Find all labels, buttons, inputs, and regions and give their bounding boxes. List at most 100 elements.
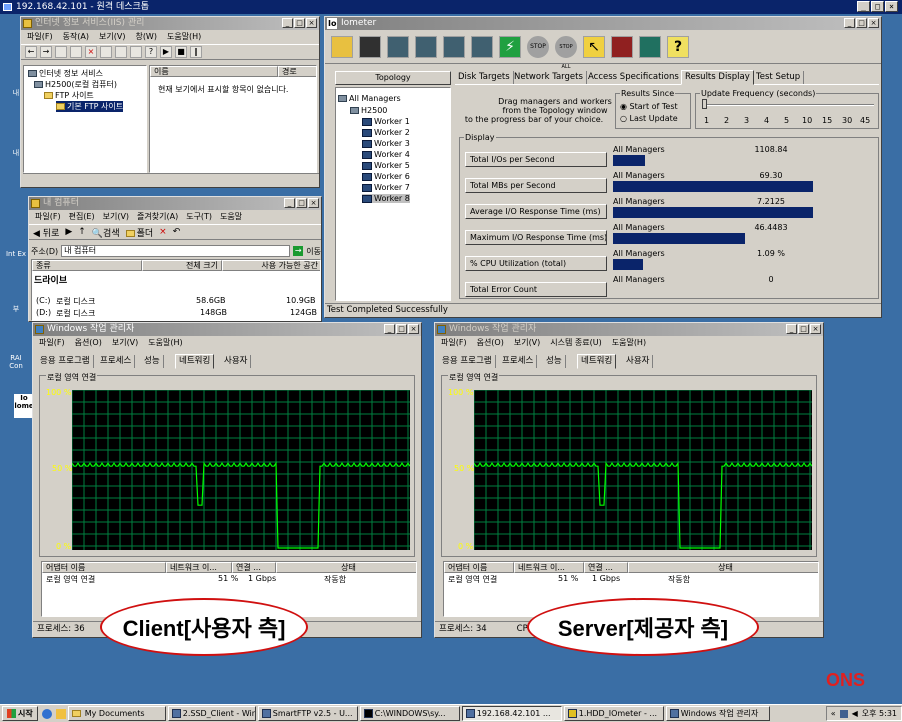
tree-item-ftp-sites[interactable]: FTP 사이트 (44, 90, 94, 101)
tray-network-icon[interactable] (839, 709, 848, 718)
help-icon[interactable]: ? (145, 46, 157, 58)
iis-menu-file[interactable]: 파일(F) (27, 30, 53, 44)
stop-all-icon[interactable]: STOP ALL (555, 35, 577, 70)
tab-network-targets[interactable]: Network Targets (511, 71, 587, 84)
iis-menu-window[interactable]: 창(W) (135, 30, 157, 44)
tray-volume-icon[interactable]: ◀ (852, 707, 858, 720)
taskmgr-titlebar[interactable]: Windows 작업 관리자 _ □ × (33, 323, 421, 336)
tree-worker[interactable]: Worker 1 (362, 117, 410, 126)
taskmgr-titlebar[interactable]: Windows 작업 관리자 _ □ × (435, 323, 823, 336)
exit-icon[interactable] (639, 35, 661, 58)
back-button[interactable]: ◀ 뒤로 (33, 226, 59, 239)
column-adapter[interactable]: 어댑터 이름 (444, 562, 514, 573)
tree-worker[interactable]: Worker 8 (362, 194, 410, 203)
menu-view[interactable]: 보기(V) (103, 210, 129, 224)
quicklaunch-ie-icon[interactable] (41, 708, 52, 719)
minimize-button[interactable]: _ (857, 1, 870, 12)
play-icon[interactable]: ▶ (160, 46, 172, 58)
tab-applications[interactable]: 응용 프로그램 (37, 355, 94, 368)
drive-row[interactable]: (D:) 로컬 디스크 148GB 124GB (32, 308, 320, 319)
desktop-icon-5[interactable]: RAI Con (4, 354, 28, 370)
start-icon[interactable]: ⚡ (499, 35, 521, 58)
menu-help[interactable]: 도움말(H) (612, 336, 646, 350)
iometer-close[interactable]: × (868, 18, 879, 28)
iis-menu-help[interactable]: 도움말(H) (167, 30, 201, 44)
tab-processes[interactable]: 프로세스 (97, 355, 136, 368)
up-folder-icon[interactable] (55, 46, 67, 58)
forward-arrow-icon[interactable]: ▶ (65, 227, 72, 237)
tree-worker[interactable]: Worker 4 (362, 150, 410, 159)
mycomputer-minimize[interactable]: _ (284, 198, 295, 208)
column-speed[interactable]: 연결 ... (584, 562, 628, 573)
clock[interactable]: 오후 5:31 (862, 707, 897, 720)
menu-edit[interactable]: 편집(E) (69, 210, 95, 224)
drive-row[interactable]: (C:) 로컬 디스크 58.6GB 10.9GB (32, 296, 320, 307)
menu-file[interactable]: 파일(F) (39, 336, 65, 350)
copy-icon[interactable] (471, 35, 493, 58)
tab-performance[interactable]: 성능 (141, 355, 164, 368)
tab-results-display[interactable]: Results Display (681, 70, 754, 85)
taskmgr-minimize[interactable]: _ (384, 324, 395, 334)
tree-item-default-ftp[interactable]: 기본 FTP 사이트 (56, 101, 124, 112)
menu-tools[interactable]: 도구(T) (186, 210, 212, 224)
taskmgr-maximize[interactable]: □ (798, 324, 809, 334)
column-type[interactable]: 종류 (32, 260, 142, 271)
metric-button[interactable]: Total MBs per Second (465, 178, 607, 193)
back-arrow-icon[interactable]: ← (25, 46, 37, 58)
forward-arrow-icon[interactable]: → (40, 46, 52, 58)
tree-all-managers[interactable]: All Managers (338, 94, 401, 103)
iis-menu-view[interactable]: 보기(V) (99, 30, 125, 44)
mycomputer-titlebar[interactable]: 내 컴퓨터 _ □ × (29, 197, 321, 210)
iometer-desktop-icon[interactable]: Io lome (14, 394, 34, 418)
menu-view[interactable]: 보기(V) (514, 336, 540, 350)
metric-button[interactable]: Total I/Os per Second (465, 152, 607, 167)
tab-users[interactable]: 사용자 (221, 355, 252, 368)
stop-icon[interactable]: ■ (175, 46, 187, 58)
stop-icon[interactable]: STOP (527, 35, 549, 58)
tray-expand-icon[interactable]: « (831, 707, 836, 720)
slider-thumb[interactable] (702, 99, 707, 109)
help-icon[interactable]: ? (667, 35, 689, 58)
column-speed[interactable]: 연결 ... (232, 562, 276, 573)
tab-applications[interactable]: 응용 프로그램 (439, 355, 496, 368)
column-name[interactable]: 이름 (150, 66, 278, 77)
menu-shutdown[interactable]: 시스템 종료(U) (550, 336, 601, 350)
open-icon[interactable] (331, 35, 353, 58)
taskmgr-maximize[interactable]: □ (396, 324, 407, 334)
taskbar-item-my-documents[interactable]: My Documents (67, 706, 166, 721)
tab-disk-targets[interactable]: Disk Targets (455, 71, 514, 84)
menu-favorites[interactable]: 즐겨찾기(A) (137, 210, 178, 224)
menu-view[interactable]: 보기(V) (112, 336, 138, 350)
tab-performance[interactable]: 성능 (543, 355, 566, 368)
mycomputer-close[interactable]: × (308, 198, 319, 208)
taskbar-item-ssd-client[interactable]: 2.SSD_Client - Win... (167, 706, 256, 721)
disk-icon[interactable] (415, 35, 437, 58)
adapter-row[interactable]: 로컬 영역 연결 51 % 1 Gbps 작동함 (42, 574, 416, 584)
taskbar-item-smartftp[interactable]: SmartFTP v2.5 - U... (257, 706, 358, 721)
column-status[interactable]: 상태 (276, 562, 416, 573)
tab-users[interactable]: 사용자 (623, 355, 654, 368)
taskbar-item-remote-desktop[interactable]: 192.168.42.101 ... (461, 706, 562, 721)
radio-start-of-test[interactable]: ◉ Start of Test (620, 102, 678, 111)
tree-worker[interactable]: Worker 6 (362, 172, 410, 181)
tree-worker[interactable]: Worker 7 (362, 183, 410, 192)
undo-icon[interactable]: ↶ (173, 227, 181, 237)
menu-options[interactable]: 옵션(O) (75, 336, 102, 350)
metric-button[interactable]: Total Error Count (465, 282, 607, 297)
column-adapter[interactable]: 어댑터 이름 (42, 562, 166, 573)
adapter-row[interactable]: 로컬 영역 연결 51 % 1 Gbps 작동함 (444, 574, 818, 584)
column-free[interactable]: 사용 가능한 공간 (222, 260, 320, 271)
column-status[interactable]: 상태 (628, 562, 818, 573)
taskbar-item-taskmgr[interactable]: Windows 작업 관리자 (665, 706, 770, 721)
iis-menu-action[interactable]: 동작(A) (63, 30, 89, 44)
iometer-maximize[interactable]: □ (856, 18, 867, 28)
tab-networking[interactable]: 네트워킹 (175, 354, 215, 369)
start-button[interactable]: 시작 (2, 706, 38, 721)
properties-icon[interactable] (100, 46, 112, 58)
show-hide-icon[interactable] (70, 46, 82, 58)
taskmgr-minimize[interactable]: _ (786, 324, 797, 334)
tab-access-specifications[interactable]: Access Specifications (585, 71, 683, 84)
pause-icon[interactable]: ‖ (190, 46, 202, 58)
tree-worker[interactable]: Worker 2 (362, 128, 410, 137)
column-total[interactable]: 전체 크기 (142, 260, 222, 271)
